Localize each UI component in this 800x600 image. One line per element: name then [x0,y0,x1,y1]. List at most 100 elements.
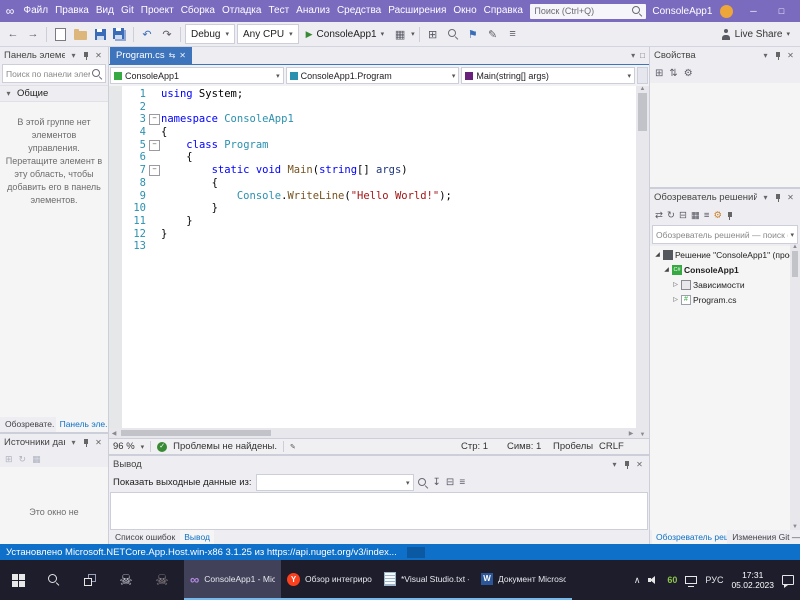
edit-icon[interactable]: ✎ [290,443,296,451]
word-wrap-icon[interactable]: ≡ [459,477,465,488]
menu-item[interactable]: Справка [480,0,526,22]
pinned-app-button[interactable]: ☠ [108,560,144,600]
menu-item[interactable]: Проект [137,0,177,22]
configure-icon[interactable]: ▦ [32,454,41,465]
menu-item[interactable]: Вид [92,0,117,22]
open-folder-icon[interactable] [71,25,89,43]
properties-header[interactable]: Свойства ▾ ✕ [650,47,800,64]
categorized-icon[interactable]: ⊞ [655,68,663,79]
solution-explorer-search[interactable]: Обозреватель решений — поиск (Ctrl+» ▾ [652,225,798,244]
tree-item[interactable]: ◢ ConsoleApp1 [650,262,800,277]
undo-icon[interactable]: ↶ [138,25,156,43]
keep-open-icon[interactable]: ⇆ [169,51,176,60]
menu-item[interactable]: Окно [450,0,480,22]
test-explorer-icon[interactable]: ⊞ [424,25,442,43]
scroll-down-icon[interactable]: ▼ [790,524,800,530]
chevron-down-icon[interactable]: ▾ [411,30,415,38]
comment-icon[interactable]: ✎ [484,25,502,43]
taskbar-app[interactable]: Y Обзор интегриров... [281,560,378,600]
pin-icon[interactable] [774,193,782,203]
panel-tab[interactable]: Вывод [180,530,214,544]
pin-icon[interactable] [82,51,90,61]
code-lines[interactable]: 1 using System; 2 3− namespace ConsoleApp1 4{… [109,86,636,428]
debug-windows-icon[interactable]: ▦ [391,25,409,43]
outline-icon[interactable]: ≡ [504,25,522,43]
scroll-to-end-icon[interactable]: ↧ [433,477,441,488]
solution-explorer-header[interactable]: Обозреватель решений ▾ ✕ [650,189,800,206]
panel-tab[interactable]: Список ошибок [111,530,179,544]
panel-tab[interactable]: Изменения Git — п... [728,530,800,544]
save-all-icon[interactable] [111,25,129,43]
run-button[interactable]: ▶ ConsoleApp1 ▾ [301,24,389,44]
chevron-down-icon[interactable]: ▾ [760,51,771,60]
titlebar-search[interactable]: Поиск (Ctrl+Q) [530,3,647,19]
navigate-forward-icon[interactable]: → [24,25,42,43]
save-icon[interactable] [91,25,109,43]
active-files-chevron-icon[interactable]: ▾ [631,51,635,60]
pinned-app-button[interactable]: ☠ [144,560,180,600]
scroll-up-icon[interactable]: ▲ [790,244,800,250]
spaces-indicator[interactable]: Пробелы [553,441,599,452]
platform-dropdown[interactable]: Any CPU ▾ [236,24,299,44]
taskbar-app[interactable]: *Visual Studio.txt - ... [378,560,475,600]
chevron-down-icon[interactable]: ▾ [68,51,79,60]
properties-gear-icon[interactable]: ⚙ [713,210,722,221]
panel-tab[interactable]: Панель эле... [55,417,108,432]
task-view-button[interactable] [72,560,108,600]
maximize-button[interactable]: □ [767,0,795,22]
vertical-scroll-thumb[interactable] [638,93,647,131]
explorer-scrollbar[interactable]: ▲ ▼ [790,244,800,530]
scroll-left-icon[interactable]: ◀ [109,430,119,437]
taskbar-clock[interactable]: 17:31 05.02.2023 [731,570,774,590]
menu-item[interactable]: Средства [333,0,384,22]
vertical-scrollbar[interactable]: ▲ ▼ [636,86,649,438]
menu-item[interactable]: Файл [20,0,52,22]
horizontal-scrollbar[interactable]: ◀ ▶ [109,428,636,438]
preview-pin-icon[interactable] [726,211,734,221]
horizontal-scroll-thumb[interactable] [121,430,271,436]
property-pages-icon[interactable]: ⚙ [684,68,693,79]
bookmark-icon[interactable]: ⚑ [464,25,482,43]
scroll-right-icon[interactable]: ▶ [626,430,636,437]
output-header[interactable]: Вывод ▾ ✕ [109,456,649,473]
zoom-control[interactable]: 96 % [113,441,135,452]
menu-item[interactable]: Анализ [293,0,334,22]
panel-tab[interactable]: Обозреватель реше... [652,530,728,544]
menu-item[interactable]: Отладка [218,0,265,22]
redo-icon[interactable]: ↷ [158,25,176,43]
close-icon[interactable]: ✕ [179,51,186,60]
close-icon[interactable]: ✕ [785,193,796,202]
find-icon[interactable] [444,25,462,43]
fold-collapse-icon[interactable]: − [149,114,160,126]
battery-indicator[interactable]: 60 [667,575,677,585]
background-task-chip[interactable] [406,546,425,558]
tree-item[interactable]: ▷ Зависимости [650,277,800,292]
menu-item[interactable]: Сборка [177,0,218,22]
split-window-handle[interactable] [637,67,649,84]
scroll-up-icon[interactable]: ▲ [638,86,648,92]
collapse-all-icon[interactable]: ⊟ [679,210,687,221]
chevron-down-icon[interactable]: ▾ [760,193,771,202]
menu-item[interactable]: Правка [52,0,93,22]
tray-expand-icon[interactable]: ∧ [634,575,641,586]
live-share-button[interactable]: Live Share ▾ [721,28,796,40]
float-window-icon[interactable]: □ [640,51,645,60]
language-indicator[interactable]: РУС [705,575,723,585]
fold-collapse-icon[interactable]: − [149,164,160,176]
panel-tab[interactable]: Обозревате... [1,417,55,432]
health-check-icon[interactable]: ✓ [157,441,168,452]
tree-item[interactable]: ▷ Program.cs [650,292,800,307]
taskbar-app[interactable]: W Документ Microso... [475,560,572,600]
data-sources-header[interactable]: Источники данных ▾ ✕ [0,434,108,451]
menu-item[interactable]: Git [117,0,137,22]
member-dropdown[interactable]: Main(string[] args) ▾ [461,67,636,84]
output-content[interactable] [110,492,648,530]
close-icon[interactable]: ✕ [785,51,796,60]
fold-collapse-icon[interactable]: − [149,139,160,151]
start-button[interactable] [0,560,36,600]
chevron-down-icon[interactable]: ▾ [609,460,620,469]
menu-item[interactable]: Расширения [385,0,450,22]
new-file-icon[interactable] [51,25,69,43]
health-label[interactable]: Проблемы не найдены. [173,441,277,452]
close-icon[interactable]: ✕ [93,51,104,60]
